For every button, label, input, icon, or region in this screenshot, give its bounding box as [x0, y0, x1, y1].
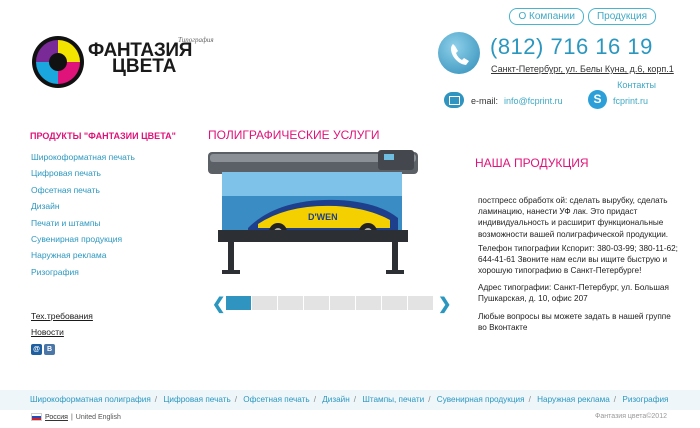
footer-link[interactable]: Ризография [622, 395, 668, 404]
product-paragraph: Телефон типографии Кспорит: 380-03-99; 3… [478, 244, 678, 276]
vk-icon[interactable]: B [44, 344, 55, 355]
footer-link[interactable]: Штампы, печати [362, 395, 424, 404]
phone-number: (812) 716 16 19 [490, 34, 653, 59]
slide-dot[interactable] [356, 296, 381, 310]
footer-separator: / [528, 395, 531, 404]
footer-link[interactable]: Цифровая печать [163, 395, 230, 404]
contacts-link[interactable]: Контакты [617, 80, 656, 90]
logo-text-line2: ЦВЕТА [112, 56, 177, 77]
lang-english-link[interactable]: United English [76, 414, 121, 421]
copyright: Фантазия цвета©2012 [595, 413, 667, 420]
email-label: e-mail: [471, 96, 499, 106]
top-nav: О Компании Продукция [509, 8, 656, 25]
nav-about-button[interactable]: О Компании [509, 8, 584, 25]
lang-russia-link[interactable]: Россия [45, 414, 68, 421]
slide-dot[interactable] [252, 296, 277, 310]
sidebar-item-design[interactable]: Дизайн [31, 200, 135, 216]
footer-link[interactable]: Офсетная печать [243, 395, 309, 404]
printer-banner-image: D'WEN [208, 150, 418, 274]
sidebar-item-risography[interactable]: Ризография [31, 266, 135, 282]
sidebar-item-offset[interactable]: Офсетная печать [31, 184, 135, 200]
footer-separator: / [428, 395, 431, 404]
product-paragraph: Адрес типографии: Санкт-Петербург, ул. Б… [478, 283, 669, 304]
slider-pagination [226, 296, 433, 310]
sidebar-item-digital[interactable]: Цифровая печать [31, 167, 135, 183]
sidebar-item-stamps[interactable]: Печати и штампы [31, 217, 135, 233]
language-switcher: Россия | United English [31, 413, 121, 421]
products-title: НАША ПРОДУКЦИЯ [475, 156, 589, 170]
email-icon [444, 92, 464, 108]
email-link[interactable]: info@fcprint.ru [504, 96, 563, 106]
footer-link[interactable]: Дизайн [322, 395, 350, 404]
news-link[interactable]: Новости [31, 327, 64, 337]
slider-prev-button[interactable]: ❮ [212, 294, 225, 314]
footer-separator: / [613, 395, 617, 404]
footer-link[interactable]: Сувенирная продукция [437, 395, 525, 404]
russia-flag-icon [31, 413, 42, 421]
footer-separator: / [154, 395, 158, 404]
skype-link[interactable]: fcprint.ru [613, 96, 648, 106]
footer-separator: / [234, 395, 238, 404]
sidebar-item-souvenirs[interactable]: Сувенирная продукция [31, 233, 135, 249]
sidebar-item-wide-format[interactable]: Широкоформатная печать [31, 151, 135, 167]
address-link[interactable]: Санкт-Петербург, ул. Белы Куна, д.6, кор… [491, 64, 674, 74]
footer-links: Широкоформатная полиграфия / Цифровая печ… [30, 395, 668, 404]
phone-icon [438, 32, 480, 74]
mail-ru-icon[interactable]: @ [31, 344, 42, 355]
sidebar-menu: Широкоформатная печать Цифровая печать О… [31, 151, 135, 282]
slide-dot[interactable] [330, 296, 355, 310]
footer-separator: / [353, 395, 357, 404]
slide-dot[interactable] [226, 296, 251, 310]
skype-icon: S [588, 90, 607, 109]
slide-dot[interactable] [278, 296, 303, 310]
lang-divider: | [70, 413, 73, 421]
product-paragraph: постпресс обработк ой: сделать вырубку, … [478, 196, 669, 239]
slide-dot[interactable] [304, 296, 329, 310]
svg-text:D'WEN: D'WEN [308, 212, 338, 222]
slide-dot[interactable] [382, 296, 407, 310]
product-paragraph: Любые вопросы вы можете задать в нашей г… [478, 312, 671, 333]
footer-link[interactable]: Наружная реклама [537, 395, 610, 404]
logo-mark-icon [32, 36, 84, 88]
tech-requirements-link[interactable]: Тех.требования [31, 311, 93, 321]
sidebar-title: ПРОДУКТЫ "ФАНТАЗИИ ЦВЕТА" [30, 131, 176, 141]
services-title: ПОЛИГРАФИЧЕСКИЕ УСЛУГИ [208, 128, 380, 142]
logo[interactable]: Типография ФАНТАЗИЯ ЦВЕТА [30, 34, 215, 90]
social-links: @ B [31, 344, 55, 355]
footer-link[interactable]: Широкоформатная полиграфия [30, 395, 151, 404]
slide-dot[interactable] [408, 296, 433, 310]
footer-separator: / [313, 395, 316, 404]
slider-next-button[interactable]: ❯ [438, 294, 451, 314]
nav-products-button[interactable]: Продукция [587, 8, 656, 25]
sidebar-item-outdoor[interactable]: Наружная реклама [31, 249, 135, 265]
